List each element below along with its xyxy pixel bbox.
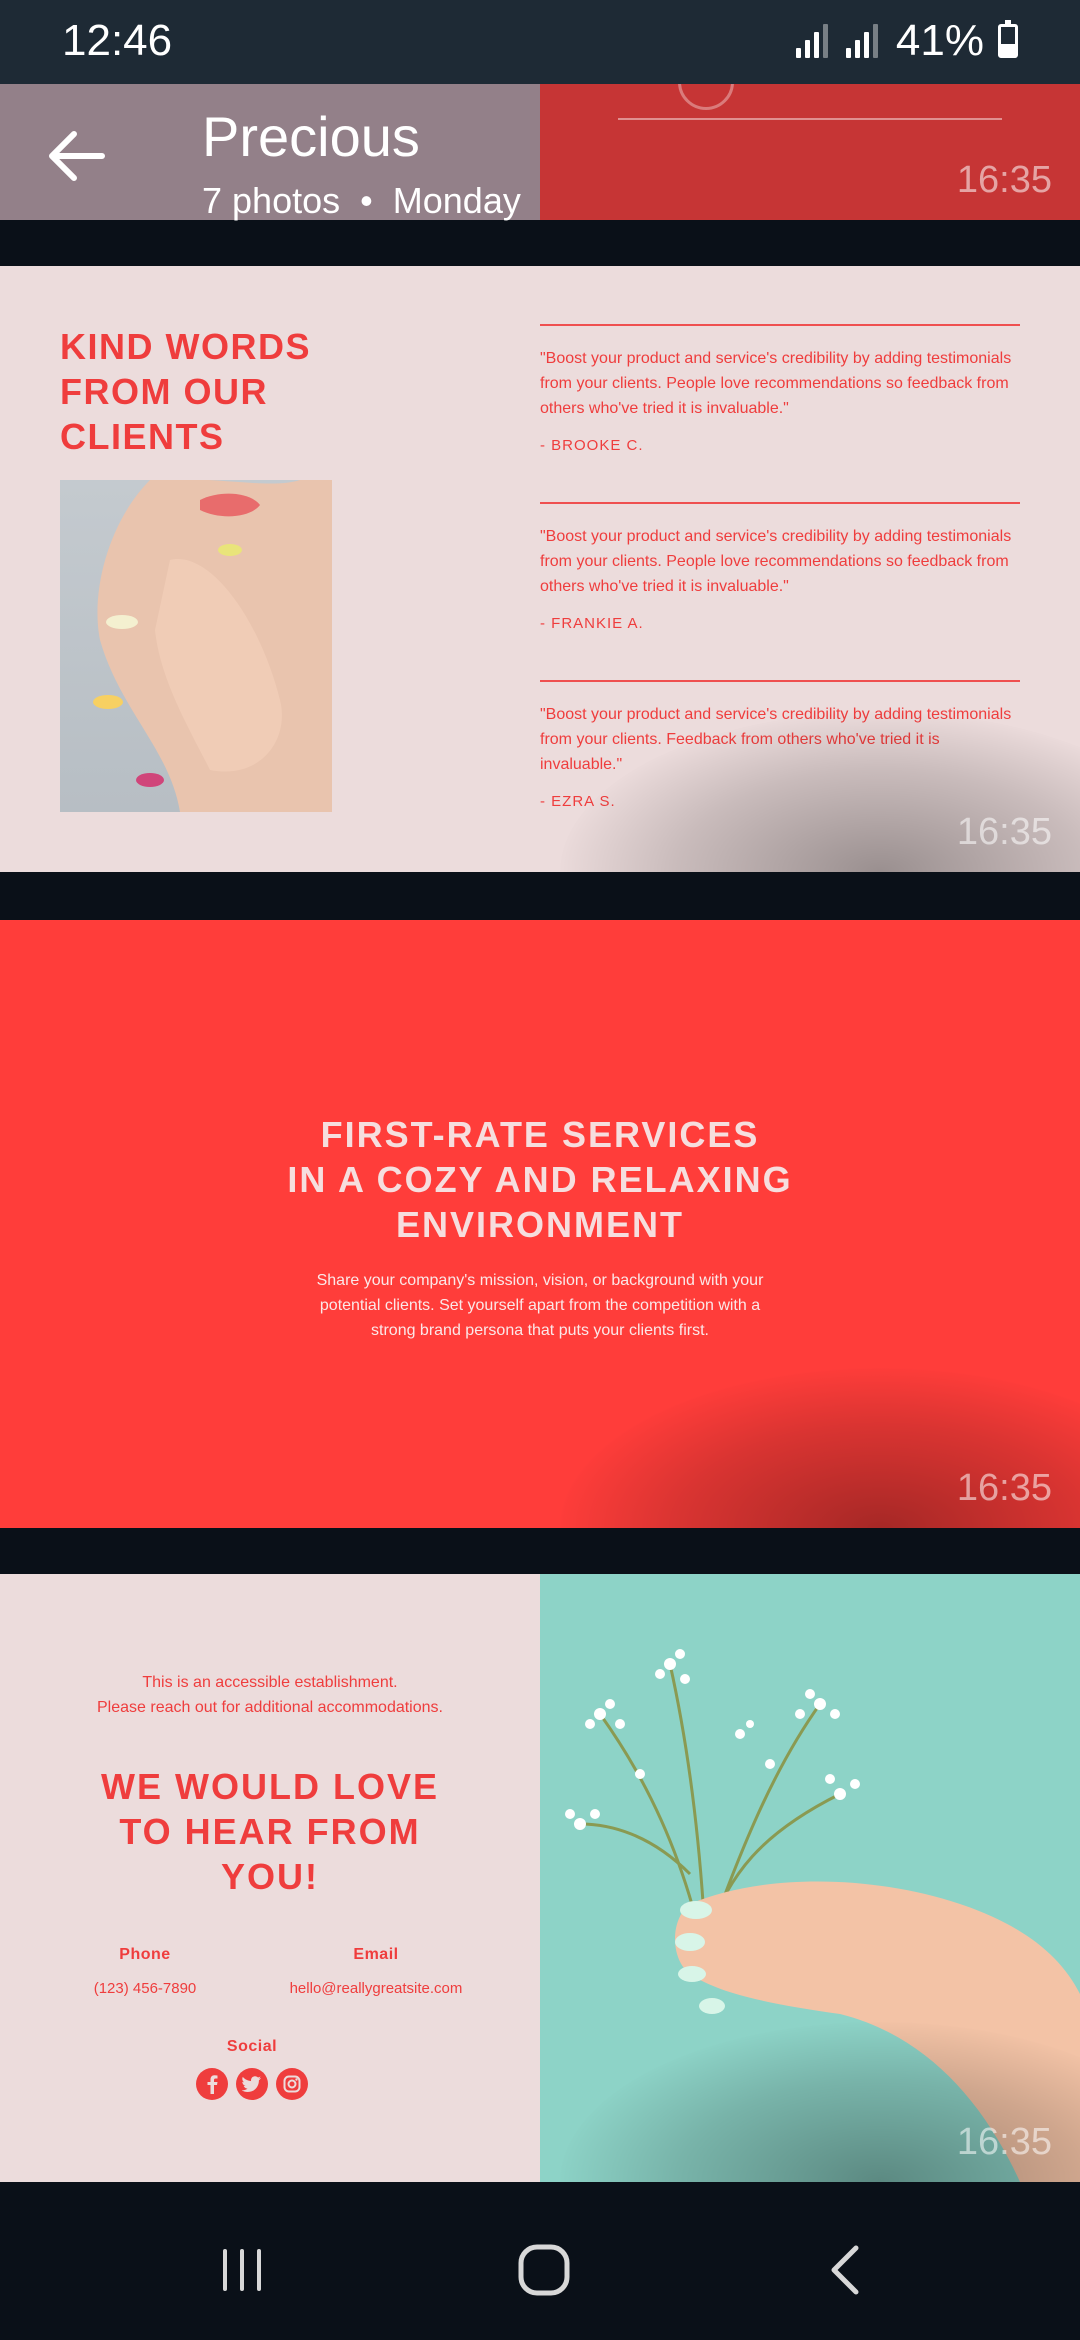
photo-1-divider <box>618 118 1002 120</box>
contact-heading-line: TO HEAR FROM <box>119 1811 421 1852</box>
services-heading-line: IN A COZY AND RELAXING <box>287 1159 793 1200</box>
testimonial-author: - BROOKE C. <box>540 437 644 454</box>
accessibility-line: This is an accessible establishment. <box>142 1674 398 1691</box>
navigation-bar <box>0 2198 1080 2340</box>
photo-time: 16:35 <box>956 2121 1052 2163</box>
portrait-illustration <box>93 480 332 812</box>
photo-time: 16:35 <box>956 1467 1052 1509</box>
social-label: Social <box>226 2038 278 2055</box>
album-date: Monday <box>392 180 521 221</box>
album-subtitle: 7 photos • Monday <box>202 180 521 222</box>
services-heading-line: ENVIRONMENT <box>395 1204 684 1245</box>
contact-heading-line: WE WOULD LOVE <box>101 1766 439 1807</box>
status-time: 12:46 <box>62 16 173 65</box>
instagram-icon <box>276 2068 308 2100</box>
recents-button[interactable] <box>202 2230 282 2310</box>
album-title: Precious <box>202 105 420 168</box>
back-button[interactable] <box>44 128 114 184</box>
back-icon <box>831 2245 859 2295</box>
status-indicators: 41% <box>795 16 1018 66</box>
testimonial-divider <box>540 502 1020 504</box>
contact-heading-line: YOU! <box>221 1856 319 1897</box>
phone-label: Phone <box>119 1946 171 1963</box>
photo-time: 16:35 <box>956 159 1052 201</box>
recents-icon <box>223 2249 261 2291</box>
social-icons <box>196 2068 308 2100</box>
twitter-icon <box>236 2068 268 2100</box>
services-heading: FIRST-RATE SERVICES IN A COZY AND RELAXI… <box>0 1112 1080 1247</box>
contact-heading: WE WOULD LOVE TO HEAR FROM YOU! <box>40 1764 500 1899</box>
gallery-screen: 12:46 41% 16:35 Precious 7 photos • Mond… <box>0 0 1080 2340</box>
services-body-line: strong brand persona that puts your clie… <box>371 1322 709 1339</box>
services-heading-line: FIRST-RATE SERVICES <box>320 1114 760 1155</box>
accessibility-line: Please reach out for additional accommod… <box>97 1699 443 1716</box>
services-body: Share your company's mission, vision, or… <box>290 1268 790 1343</box>
portrait-photo <box>60 480 332 812</box>
testimonial-divider <box>540 324 1020 326</box>
arrow-left-icon <box>49 131 105 181</box>
photo-1-emblem <box>678 84 734 110</box>
status-bar: 12:46 41% <box>0 0 1080 84</box>
photo-card-2[interactable]: KIND WORDS FROM OUR CLIENTS "Boost your … <box>0 266 1080 872</box>
home-button[interactable] <box>504 2230 584 2310</box>
email-value: hello@reallygreatsite.com <box>289 1980 463 1997</box>
testimonial-quote: "Boost your product and service's credib… <box>540 528 1012 595</box>
testimonial-1: "Boost your product and service's credib… <box>540 324 1020 454</box>
email-label: Email <box>353 1946 399 1963</box>
home-icon <box>518 2244 570 2296</box>
photo-card-4[interactable]: This is an accessible establishment. Ple… <box>0 1574 1080 2182</box>
facebook-icon <box>196 2068 228 2100</box>
back-nav-button[interactable] <box>806 2230 886 2310</box>
testimonial-author: - FRANKIE A. <box>540 615 644 632</box>
signal-icon-2 <box>845 24 878 58</box>
phone-value: (123) 456-7890 <box>93 1980 197 1997</box>
testimonial-divider <box>540 680 1020 682</box>
testimonial-quote: "Boost your product and service's credib… <box>540 350 1012 417</box>
photo-count: 7 photos <box>202 180 341 221</box>
photo-time: 16:35 <box>956 811 1052 853</box>
testimonial-2: "Boost your product and service's credib… <box>540 502 1020 632</box>
photo-card-3[interactable]: FIRST-RATE SERVICES IN A COZY AND RELAXI… <box>0 920 1080 1528</box>
album-header: Precious 7 photos • Monday <box>0 84 540 222</box>
battery-icon <box>998 20 1018 58</box>
services-body-line: potential clients. Set yourself apart fr… <box>319 1297 761 1314</box>
signal-icon <box>795 24 828 58</box>
battery-percent: 41% <box>895 16 984 65</box>
accessibility-note: This is an accessible establishment. Ple… <box>40 1670 500 1720</box>
separator-dot: • <box>360 180 373 221</box>
battery-fill <box>1001 43 1015 55</box>
testimonials-heading: KIND WORDS FROM OUR CLIENTS <box>60 326 311 457</box>
services-body-line: Share your company's mission, vision, or… <box>316 1272 764 1289</box>
